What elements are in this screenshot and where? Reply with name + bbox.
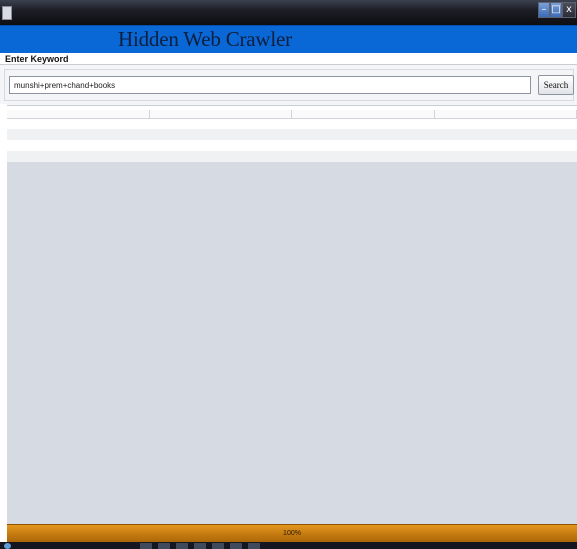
taskbar-app-icon[interactable] [230,543,242,549]
os-taskbar [0,542,577,549]
keyword-label: Enter Keyword [5,54,69,64]
results-table-header [7,110,577,119]
taskbar-app-icon[interactable] [248,543,260,549]
start-icon[interactable] [4,543,11,549]
taskbar-app-icon[interactable] [212,543,224,549]
results-content-area [7,162,577,524]
app-title: Hidden Web Crawler [118,27,292,51]
minimize-button[interactable]: – [538,2,550,18]
column-header[interactable] [292,110,435,118]
progress-text: 100% [283,530,301,537]
taskbar-app-icon[interactable] [140,543,152,549]
taskbar-app-icon[interactable] [176,543,188,549]
taskbar-app-icon[interactable] [158,543,170,549]
table-row[interactable] [7,151,577,162]
maximize-button[interactable]: □ [550,2,562,18]
left-margin [0,104,7,524]
column-header[interactable] [435,110,577,118]
close-button[interactable]: x [562,2,576,18]
column-header[interactable] [7,110,150,118]
table-row[interactable] [7,140,577,151]
progress-bar: 100% [7,524,577,543]
keyword-input[interactable] [9,76,531,94]
app-header-banner: Hidden Web Crawler [0,25,577,53]
search-button[interactable]: Search [538,75,574,95]
table-row[interactable] [7,129,577,140]
column-header[interactable] [150,110,292,118]
taskbar-app-icon[interactable] [194,543,206,549]
app-window-icon[interactable] [2,6,12,20]
window-titlebar: – □ x [0,0,577,25]
